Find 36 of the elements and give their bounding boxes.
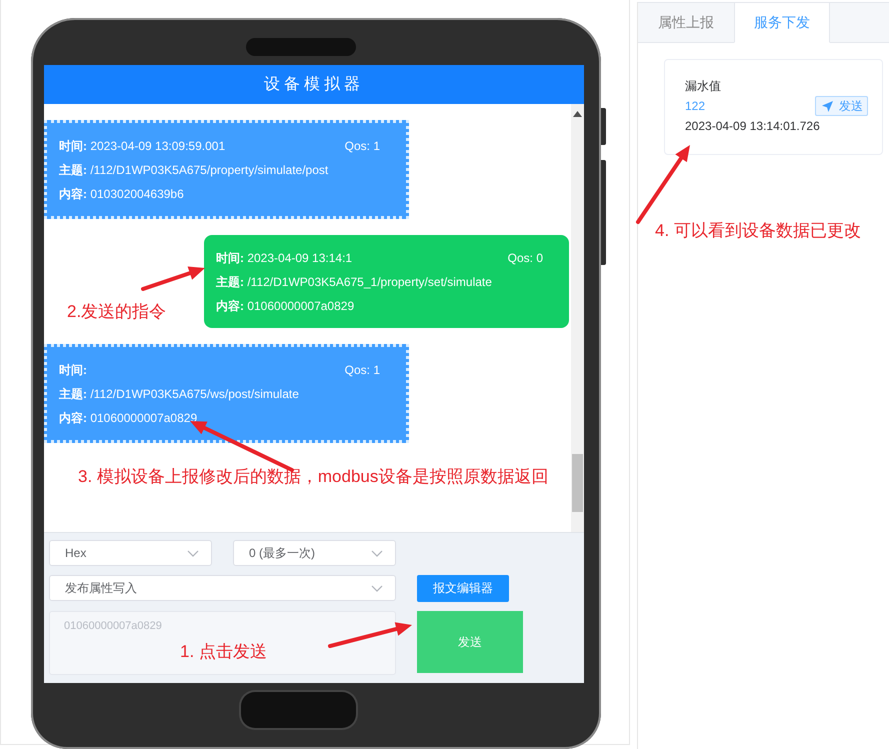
message-content: 内容: 010302004639b6 <box>59 186 184 202</box>
message-topic: 主题: /112/D1WP03K5A675/property/simulate/post <box>59 162 328 178</box>
format-select[interactable]: Hex <box>49 540 212 566</box>
message-time: 时间: 2023-04-09 13:14:1 <box>216 250 352 266</box>
chevron-down-icon <box>187 550 199 556</box>
property-time: 2023-04-09 13:14:01.726 <box>685 118 821 135</box>
message-topic: 主题: /112/D1WP03K5A675/ws/post/simulate <box>59 386 299 402</box>
home-button[interactable] <box>241 692 356 728</box>
message-qos: Qos: 1 <box>344 363 380 377</box>
chevron-down-icon <box>371 550 383 556</box>
property-value: 122 <box>685 99 706 113</box>
tab[interactable]: 属性上报 <box>638 2 734 43</box>
simulator-title: 设备模拟器 <box>44 65 584 104</box>
tab[interactable]: 服务下发 <box>734 2 830 43</box>
message-content: 内容: 01060000007a0829 <box>216 298 354 314</box>
action-select[interactable]: 发布属性写入 <box>49 575 396 601</box>
message-time: 时间: 2023-04-09 13:09:59.001 <box>59 138 226 154</box>
scrollbar-thumb[interactable] <box>572 454 583 512</box>
send-button[interactable]: 发送 <box>417 611 523 673</box>
message-qos: Qos: 1 <box>344 139 380 153</box>
annotation-text: 1. 点击发送 <box>180 641 267 663</box>
arrow-drawing <box>141 266 205 291</box>
message-content: 内容: 01060000007a0829 <box>59 410 198 426</box>
annotation-text: 2.发送的指令 <box>67 301 166 323</box>
message-qos: Qos: 0 <box>508 251 543 265</box>
paper-plane-icon <box>822 100 833 112</box>
send-button[interactable]: 发送 <box>815 96 868 116</box>
qos-select[interactable]: 0 (最多一次) <box>233 540 396 566</box>
scroll-up-icon[interactable] <box>573 111 582 117</box>
scrollbar[interactable] <box>571 104 584 532</box>
editor-button[interactable]: 报文编辑器 <box>417 575 509 602</box>
message-topic: 主题: /112/D1WP03K5A675_1/property/set/simulate <box>216 274 492 290</box>
property-name: 漏水值 <box>685 78 722 95</box>
annotation-text: 4. 可以看到设备数据已更改 <box>655 220 861 242</box>
message-time: 时间: <box>59 362 87 378</box>
chevron-down-icon <box>371 584 383 592</box>
